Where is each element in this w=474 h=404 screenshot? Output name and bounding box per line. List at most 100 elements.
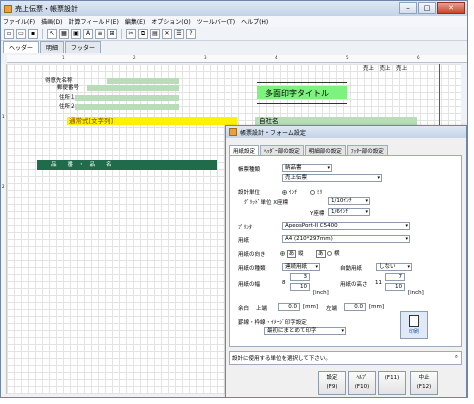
window-title: 売上伝票・帳票設計 (15, 4, 78, 13)
tab-footer[interactable]: フッター (65, 41, 102, 53)
minimize-button[interactable]: – (399, 2, 417, 14)
field-customer[interactable]: 得意先名称 (45, 78, 73, 84)
field-addr1[interactable]: 住所１ (59, 95, 76, 101)
paper-height-denominator[interactable]: 10 (385, 283, 405, 291)
f11-button[interactable]: (F11) (378, 371, 406, 395)
title-bar: 売上伝票・帳票設計 – □ ✕ (1, 1, 467, 16)
magnifier-icon: ⌕ (454, 354, 458, 360)
grid-icon[interactable]: ▦ (59, 28, 69, 39)
form-type-label: 帳票種類 (238, 167, 261, 173)
menu-help[interactable]: ヘルプ(H) (241, 17, 268, 26)
margin-left-label: 左端 (326, 306, 338, 312)
radio-icon (310, 190, 315, 195)
paper-width-unit: [inch] (313, 290, 329, 296)
preview-button[interactable]: 印刷 (400, 311, 428, 339)
toolbar-separator (121, 28, 122, 39)
paper-height-label: 用紙の高さ (340, 282, 368, 288)
image-icon[interactable]: ▣ (71, 28, 81, 39)
paper-height-numerator[interactable]: 7 (385, 273, 405, 281)
paste-icon[interactable]: ▤ (150, 28, 160, 39)
paper-width-denominator[interactable]: 10 (290, 283, 310, 291)
orientation-portrait-option[interactable]: あ 縦 (280, 249, 304, 258)
printer-select[interactable]: ApeosPort-II C5400 (282, 222, 410, 230)
menu-toolbar[interactable]: ツールバー(T) (197, 17, 235, 26)
unit-inch-option[interactable]: ｲﾝﾁ (282, 188, 297, 196)
field-icon[interactable]: ⊞ (107, 28, 117, 39)
ruler-tick: 6 (417, 55, 420, 60)
margin-left-unit: [mm] (369, 304, 385, 310)
grid-y-label: Y座標 (310, 211, 325, 217)
menu-edit[interactable]: 編集(E) (125, 17, 145, 26)
radio-icon (282, 190, 287, 195)
text-icon[interactable]: A (83, 28, 93, 39)
set-button[interactable]: 設定 (F9) (318, 371, 346, 395)
help-button[interactable]: ﾍﾙﾌﾟ (F10) (348, 371, 376, 395)
radio-icon (280, 251, 285, 256)
field-big-title[interactable]: 多面印字タイトル (265, 89, 329, 98)
field-company[interactable]: 自社名 (259, 118, 279, 125)
open-icon[interactable]: ▭ (16, 28, 26, 39)
close-button[interactable]: ✕ (437, 2, 465, 14)
portrait-label: 縦 (298, 251, 304, 257)
status-message: 設計に使用する単位を選択して下さい。 ⌕ (229, 351, 462, 365)
ruler-tick: 2 (133, 55, 136, 60)
menu-file[interactable]: ファイル(F) (3, 17, 35, 26)
cancel-button[interactable]: 中止 (F12) (410, 371, 438, 395)
ruler-tick: 5 (346, 55, 349, 60)
margin-top-input[interactable]: 0.0 (278, 303, 300, 311)
tab-header[interactable]: ヘッダー (3, 41, 40, 53)
form-settings-dialog: 帳票設計・フォーム設定 用紙設定 ﾍｯﾀﾞｰ部の設定 明細部の設定 ﾌｯﾀｰ部の… (225, 125, 467, 397)
orientation-landscape-option[interactable]: あ 横 (316, 249, 340, 258)
save-icon[interactable]: ▪ (28, 28, 38, 39)
printer-label: ﾌﾟﾘﾝﾀ (238, 225, 252, 231)
grid-y-select[interactable]: 1/6ｲﾝﾁ (328, 208, 370, 216)
help-label: ﾍﾙﾌﾟ (356, 375, 368, 381)
tab-detail[interactable]: 明細 (40, 41, 65, 53)
set-key: (F9) (326, 384, 338, 390)
menu-draw[interactable]: 描画(D) (41, 17, 62, 26)
field-corner[interactable]: 売上 売上 売上 (363, 66, 443, 72)
section-tabs: ヘッダー 明細 フッター (1, 41, 467, 53)
dialog-icon (229, 128, 237, 136)
help-icon[interactable]: ? (186, 28, 196, 39)
maximize-button[interactable]: □ (418, 2, 436, 14)
line-style-icon[interactable]: ≡ (95, 28, 105, 39)
ruler-tick: 1 (62, 55, 65, 60)
field-zip-bar[interactable] (87, 85, 179, 91)
menu-options[interactable]: オプション(O) (151, 17, 190, 26)
cut-icon[interactable]: ✂ (126, 28, 136, 39)
print-setting-select[interactable]: 最初にまとめて印字 (264, 327, 346, 335)
portrait-icon: あ (286, 250, 297, 258)
unit-mm-option[interactable]: ﾐﾘ (310, 188, 322, 196)
paper-width-numerator[interactable]: 3 (290, 273, 310, 281)
margin-left-input[interactable]: 0.0 (344, 303, 366, 311)
auto-paper-select[interactable]: しない (376, 263, 412, 271)
properties-icon[interactable]: ☰ (174, 28, 184, 39)
delete-icon[interactable]: ✕ (162, 28, 172, 39)
field-normal[interactable]: 通常式[文字列] (69, 118, 113, 125)
paper-type-select[interactable]: 連続用紙 (282, 263, 320, 271)
pointer-icon[interactable]: ↖ (47, 28, 57, 39)
form-type-select[interactable]: 納品書 (282, 164, 332, 172)
field-customer-bar[interactable] (107, 78, 179, 84)
horizontal-ruler: 1 2 3 4 5 6 (7, 55, 467, 63)
paper-height-int: 11 (375, 280, 382, 286)
new-icon[interactable]: ▫ (4, 28, 14, 39)
menu-calc-field[interactable]: 計算フィールド(E) (68, 17, 118, 26)
paper-settings-panel: 帳票種類 納品書 売上伝票 設計単位 ｲﾝﾁ ﾐﾘ ｸﾞﾘｯﾄﾞ単位 X座標 1… (229, 155, 462, 347)
form-name-select[interactable]: 売上伝票 (282, 174, 382, 182)
ruler-tick: 1 (2, 114, 5, 119)
radio-icon (327, 251, 333, 256)
toolbar: ▫ ▭ ▪ ↖ ▦ ▣ A ≡ ⊞ ✂ ⧉ ▤ ✕ ☰ ? (1, 27, 467, 41)
grid-x-select[interactable]: 1/10ｲﾝﾁ (328, 197, 370, 205)
toolbar-separator (42, 28, 43, 39)
field-product[interactable]: 品 番 ・ 品 名 (51, 162, 112, 168)
field-addr2-bar[interactable] (75, 104, 179, 110)
field-addr2[interactable]: 住所２ (59, 104, 76, 110)
unit-label: 設計単位 (238, 190, 261, 196)
field-company-bar[interactable] (255, 117, 417, 125)
field-zip[interactable]: 郵便番号 (57, 85, 79, 91)
paper-select[interactable]: A4 (210*297mm) (282, 235, 410, 243)
field-addr1-bar[interactable] (75, 95, 179, 101)
copy-icon[interactable]: ⧉ (138, 28, 148, 39)
